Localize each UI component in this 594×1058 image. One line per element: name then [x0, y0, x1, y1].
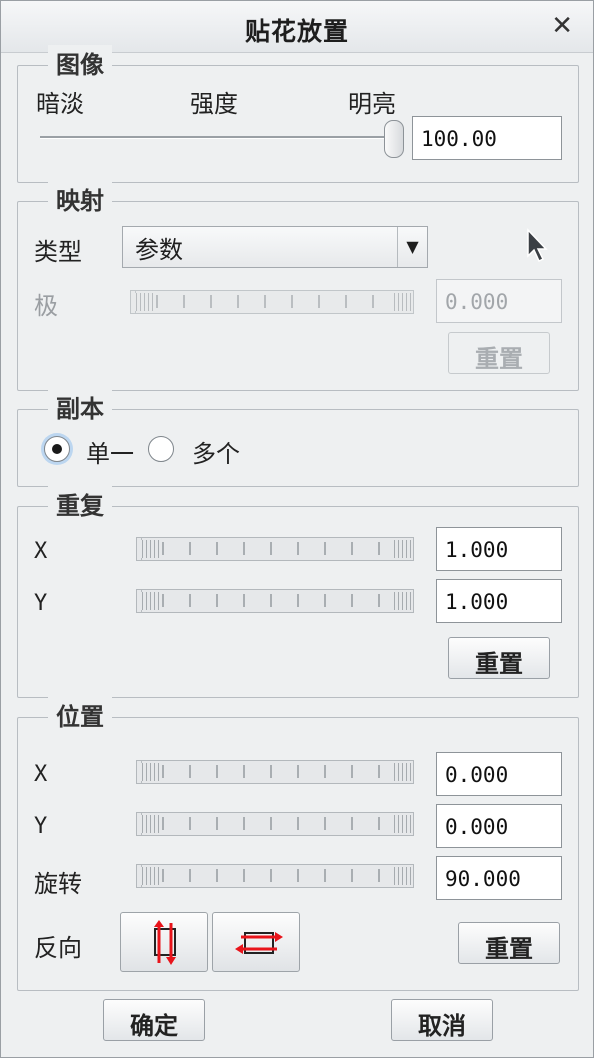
flip-vertical-button[interactable] [120, 912, 208, 972]
repeat-y-field[interactable]: 1.000 [436, 579, 562, 623]
rotate-field[interactable]: 90.000 [436, 856, 562, 900]
repeat-x-field[interactable]: 1.000 [436, 527, 562, 571]
rotate-label: 旋转 [34, 870, 82, 898]
mapping-reset-button[interactable]: 重置 [448, 332, 550, 374]
repeat-group-legend: 重复 [48, 486, 112, 521]
cancel-button[interactable]: 取消 [391, 999, 493, 1041]
position-y-field[interactable]: 0.000 [436, 804, 562, 848]
position-group: 位置 X 0.000 Y 0.000 旋转 90.000 反向 重置 [17, 697, 579, 991]
position-y-ruler[interactable] [136, 812, 414, 836]
mapping-group-legend: 映射 [48, 181, 112, 216]
flip-vertical-icon [154, 920, 176, 965]
repeat-reset-button[interactable]: 重置 [448, 637, 550, 679]
label-dark: 暗淡 [36, 90, 84, 118]
mapping-group: 映射 类型 参数 ▼ 极 0.000 重置 [17, 181, 579, 391]
mouse-pointer-icon [527, 228, 548, 263]
intensity-field[interactable]: 100.00 [412, 116, 562, 160]
pole-field[interactable]: 0.000 [436, 279, 562, 323]
radio-multiple-label: 多个 [192, 440, 240, 468]
dialog-title: 贴花放置 [244, 17, 349, 46]
flip-horizontal-button[interactable] [212, 912, 300, 972]
flip-horizontal-icon [235, 932, 283, 954]
intensity-slider-thumb[interactable] [384, 120, 404, 158]
image-group: 图像 暗淡 强度 明亮 100.00 [17, 45, 579, 183]
ok-button[interactable]: 确定 [103, 999, 205, 1041]
pole-ruler[interactable] [130, 290, 414, 314]
rotate-ruler[interactable] [136, 864, 414, 888]
radio-multiple[interactable] [148, 436, 174, 462]
label-bright: 明亮 [348, 90, 396, 118]
type-dropdown-value: 参数 [135, 236, 183, 264]
repeat-y-label: Y [34, 591, 48, 616]
pole-label: 极 [34, 292, 58, 320]
intensity-slider-track[interactable] [40, 136, 402, 139]
label-strength: 强度 [190, 90, 238, 118]
decal-placement-dialog: 贴花放置 ✕ 图像 暗淡 强度 明亮 100.00 映射 类型 参数 ▼ 极 0… [0, 0, 594, 1058]
repeat-group: 重复 X 1.000 Y 1.000 重置 [17, 486, 579, 698]
repeat-y-ruler[interactable] [136, 589, 414, 613]
copy-group-legend: 副本 [48, 389, 112, 424]
image-group-legend: 图像 [48, 45, 112, 80]
close-icon[interactable]: ✕ [551, 11, 573, 41]
position-y-label: Y [34, 814, 48, 839]
position-x-ruler[interactable] [136, 760, 414, 784]
radio-single[interactable] [44, 436, 70, 462]
radio-single-label: 单一 [86, 440, 134, 468]
type-label: 类型 [34, 238, 82, 266]
flip-label: 反向 [34, 934, 82, 962]
position-x-field[interactable]: 0.000 [436, 752, 562, 796]
position-reset-button[interactable]: 重置 [458, 922, 560, 964]
repeat-x-label: X [34, 539, 48, 564]
type-dropdown[interactable]: 参数 ▼ [122, 226, 428, 268]
repeat-x-ruler[interactable] [136, 537, 414, 561]
position-group-legend: 位置 [48, 697, 112, 732]
copy-group: 副本 单一 多个 [17, 389, 579, 487]
position-x-label: X [34, 762, 48, 787]
chevron-down-icon[interactable]: ▼ [397, 227, 427, 267]
